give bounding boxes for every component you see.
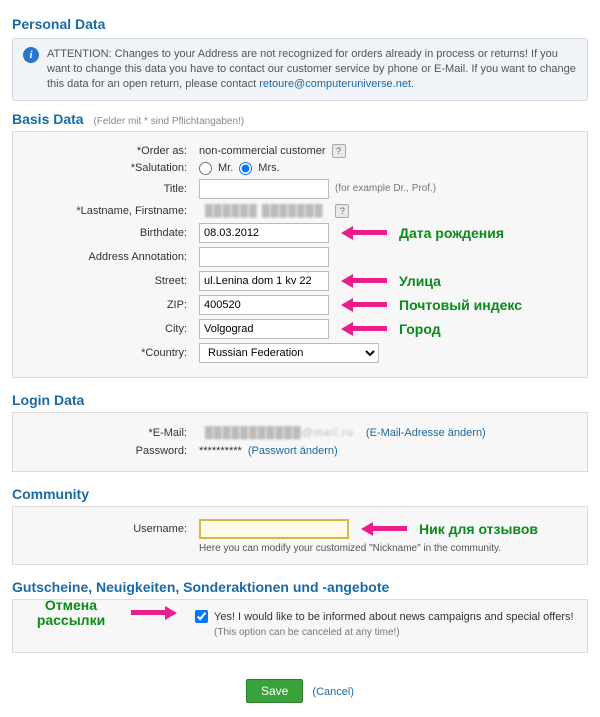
password-label: Password: [23, 445, 193, 457]
community-heading: Community [12, 486, 588, 502]
arrow-icon [341, 298, 387, 312]
arrow-icon [341, 226, 387, 240]
username-input[interactable] [199, 519, 349, 539]
login-data-heading: Login Data [12, 392, 588, 408]
newsletter-label: Yes! I would like to be informed about n… [214, 611, 574, 623]
title-input[interactable] [199, 179, 329, 199]
basis-fieldset: *Order as: non-commercial customer ? *Sa… [12, 131, 588, 378]
title-hint: (for example Dr., Prof.) [335, 183, 436, 194]
login-fieldset: *E-Mail: ███████████@mail.ru (E-Mail-Adr… [12, 412, 588, 472]
username-label: Username: [23, 523, 193, 535]
birthdate-label: Birthdate: [23, 227, 193, 239]
return-email-link[interactable]: retoure@computeruniverse.net [259, 78, 411, 90]
street-label: Street: [23, 275, 193, 287]
newsletter-heading: Gutscheine, Neuigkeiten, Sonderaktionen … [12, 579, 588, 595]
footer: Save (Cancel) [12, 667, 588, 709]
newsletter-checkbox[interactable] [195, 610, 208, 623]
lastname-label: *Lastname, Firstname: [23, 205, 193, 217]
mr-label: Mr. [218, 162, 233, 174]
help-icon[interactable]: ? [335, 204, 349, 218]
mr-radio[interactable] [199, 162, 212, 175]
arrow-icon [341, 322, 387, 336]
birthdate-annotation: Дата рождения [399, 225, 504, 241]
order-as-label: *Order as: [23, 145, 193, 157]
username-hint: Here you can modify your customized "Nic… [199, 543, 577, 554]
street-input[interactable] [199, 271, 329, 291]
mrs-label: Mrs. [258, 162, 279, 174]
country-select[interactable]: Russian Federation [199, 343, 379, 363]
email-label: *E-Mail: [23, 427, 193, 439]
arrow-icon [361, 522, 407, 536]
country-label: *Country: [23, 347, 193, 359]
city-annotation: Город [399, 321, 441, 337]
basis-data-heading: Basis Data (Felder mit * sind Pflichtang… [12, 111, 588, 127]
street-annotation: Улица [399, 273, 441, 289]
order-as-value: non-commercial customer [199, 145, 326, 157]
password-value: ********** [199, 445, 242, 457]
basis-subtitle: (Felder mit * sind Pflichtangaben!) [93, 116, 244, 127]
arrow-icon [131, 606, 177, 620]
info-icon: i [23, 47, 39, 63]
address-annotation-label: Address Annotation: [23, 251, 193, 263]
birthdate-input[interactable] [199, 223, 329, 243]
mrs-radio[interactable] [239, 162, 252, 175]
address-annotation-input[interactable] [199, 247, 329, 267]
email-change-link[interactable]: (E-Mail-Adresse ändern) [366, 427, 486, 439]
arrow-icon [341, 274, 387, 288]
zip-annotation: Почтовый индекс [399, 297, 522, 313]
zip-input[interactable] [199, 295, 329, 315]
community-fieldset: Username: Ник для отзывов Here you can m… [12, 506, 588, 565]
newsletter-note: (This option can be canceled at any time… [214, 627, 400, 638]
cancel-link[interactable]: (Cancel) [312, 686, 354, 698]
password-change-link[interactable]: (Passwort ändern) [248, 445, 338, 457]
attention-box: i ATTENTION: Changes to your Address are… [12, 38, 588, 101]
newsletter-annotation: Отмена рассылки [21, 598, 121, 629]
help-icon[interactable]: ? [332, 144, 346, 158]
personal-data-heading: Personal Data [12, 16, 588, 32]
lastname-value: ██████ ███████ [199, 203, 329, 219]
zip-label: ZIP: [23, 299, 193, 311]
city-label: City: [23, 323, 193, 335]
title-label: Title: [23, 183, 193, 195]
salutation-label: *Salutation: [23, 162, 193, 174]
newsletter-fieldset: Отмена рассылки Yes! I would like to be … [12, 599, 588, 654]
email-value: ███████████@mail.ru [199, 425, 360, 441]
username-annotation: Ник для отзывов [419, 521, 538, 537]
save-button[interactable]: Save [246, 679, 303, 703]
city-input[interactable] [199, 319, 329, 339]
